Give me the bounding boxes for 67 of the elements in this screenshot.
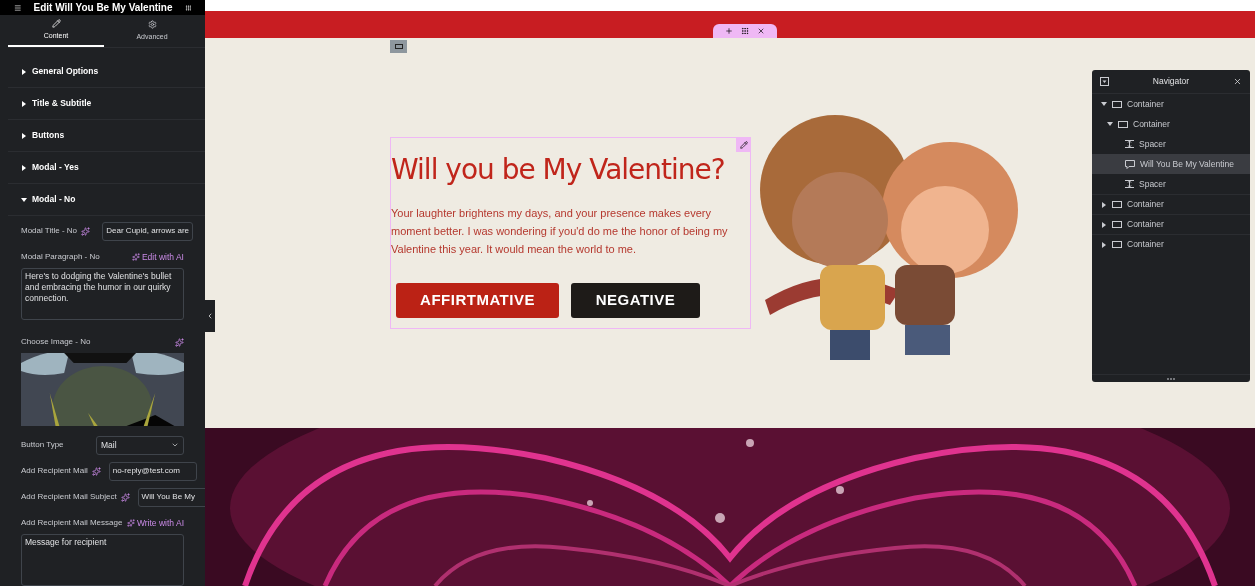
container-handle[interactable] [390, 40, 407, 53]
caret-icon [21, 68, 27, 75]
collapse-icon[interactable] [1100, 77, 1109, 86]
field-label: Modal Paragraph - No [21, 251, 100, 263]
caret-icon [1101, 241, 1107, 248]
ai-link[interactable]: Write with AI [126, 516, 184, 530]
field-label: Add Recipient Mail [21, 465, 88, 477]
textarea-field[interactable]: Here's to dodging the Valentine's bullet and embracing the humor in our quirky connection. [21, 268, 184, 320]
section-handle[interactable] [713, 24, 777, 38]
panel-title: Edit Will You Be My Valentine [33, 1, 173, 15]
dropdown-icon [171, 441, 179, 449]
ai-link[interactable]: Edit with AI [131, 250, 184, 264]
container-icon [1112, 201, 1122, 208]
text-field[interactable]: no-reply@test.com [108, 461, 197, 481]
navigator-item[interactable]: Container [1092, 234, 1250, 254]
sparkle-icon[interactable] [120, 492, 130, 502]
navigator-item[interactable]: Will You Be My Valentine [1092, 154, 1250, 174]
widget-icon [1125, 159, 1135, 169]
answer-button[interactable]: NEGATIVE [571, 283, 700, 318]
valentine-paragraph: Your laughter brightens my days, and your presence makes every moment better. I was wondering if you'd do me the honor of being my Valentine this year. It would mean the world to me. [391, 206, 729, 257]
caret-icon [21, 164, 27, 171]
spacer-icon [1125, 180, 1134, 188]
navigator-item[interactable]: Container [1092, 214, 1250, 234]
caret-icon [1101, 201, 1107, 208]
caret-icon [1101, 101, 1107, 107]
navigator-item[interactable]: Spacer [1092, 174, 1250, 194]
add-icon[interactable] [725, 27, 733, 35]
caret-icon [21, 100, 27, 107]
container-icon [1112, 241, 1122, 248]
sparkle-icon[interactable] [91, 466, 101, 476]
container-icon [1112, 221, 1122, 228]
valentine-heading: Will you be My Valentine? [391, 152, 725, 188]
pencil-icon [51, 18, 61, 28]
edit-widget-button[interactable] [736, 137, 751, 152]
text-field[interactable]: Dear Cupid, arrows are [102, 221, 193, 241]
sparkle-icon [126, 519, 135, 527]
pencil-icon [739, 140, 748, 149]
select-field[interactable]: Mail [96, 435, 184, 455]
caret-icon [1101, 221, 1107, 228]
resize-handle-icon[interactable] [1167, 377, 1175, 380]
caret-icon [21, 132, 27, 139]
navigator-item[interactable]: Container [1092, 94, 1250, 114]
close-icon[interactable] [757, 27, 765, 35]
settings-icon [147, 19, 157, 29]
sparkle-icon[interactable] [175, 337, 184, 347]
drag-icon[interactable] [741, 27, 749, 35]
caret-icon [21, 196, 27, 203]
spacer-icon [1125, 140, 1134, 148]
answer-button[interactable]: AFFIRTMATIVE [396, 283, 559, 318]
field-label: Button Type [21, 439, 64, 451]
field-label: Modal Title - No [21, 225, 78, 237]
sparkle-icon[interactable] [81, 226, 91, 236]
collapse-handle[interactable] [205, 300, 215, 332]
navigator-item[interactable]: Container [1092, 194, 1250, 214]
caret-icon [1107, 121, 1113, 127]
textarea-field[interactable]: Message for recipient [21, 534, 184, 586]
container-icon [1118, 120, 1128, 128]
navigator-item[interactable]: Container [1092, 114, 1250, 134]
field-label: Choose Image - No [21, 336, 91, 348]
container-icon [1112, 100, 1122, 108]
sparkle-icon [131, 253, 140, 261]
field-label: Add Recipient Mail Message [21, 517, 123, 529]
navigator-title: Navigator [1152, 75, 1190, 88]
container-icon [394, 44, 403, 49]
field-label: Add Recipient Mail Subject [21, 491, 117, 503]
chevron-left-icon [206, 312, 214, 320]
navigator-item[interactable]: Spacer [1092, 134, 1250, 154]
